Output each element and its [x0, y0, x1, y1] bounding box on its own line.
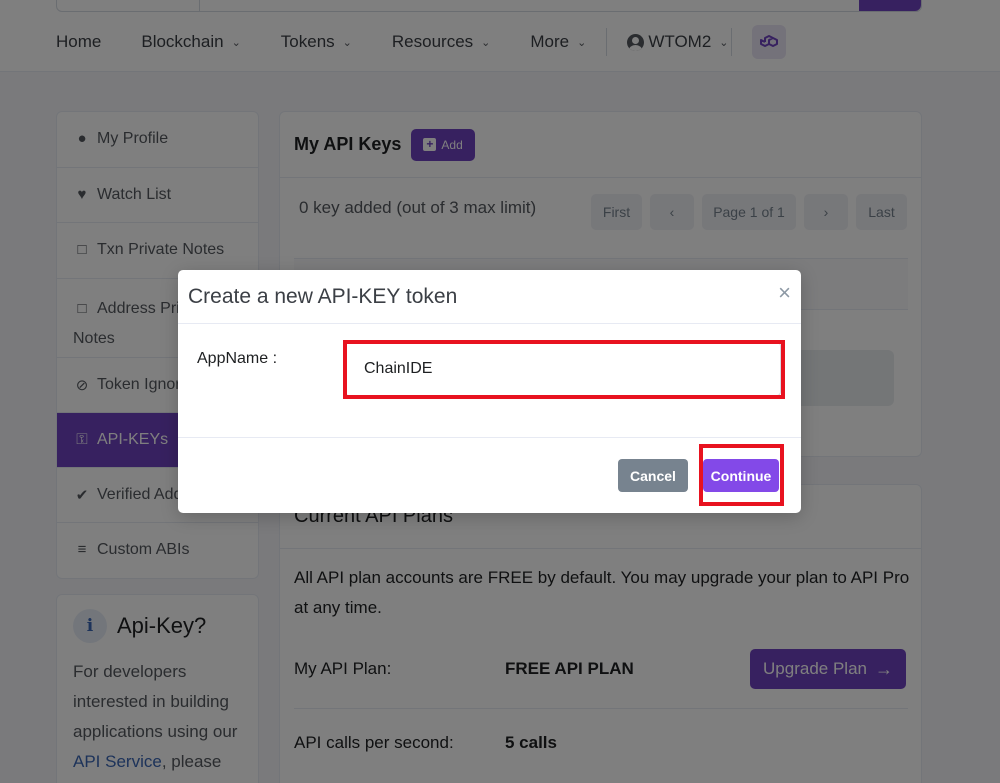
create-api-key-modal: Create a new API-KEY token × AppName : C…	[178, 270, 801, 513]
close-icon[interactable]: ×	[778, 282, 791, 304]
continue-button[interactable]: Continue	[703, 459, 779, 492]
appname-input[interactable]	[345, 342, 781, 396]
appname-label: AppName :	[197, 350, 278, 367]
cancel-button[interactable]: Cancel	[618, 459, 688, 492]
modal-title: Create a new API-KEY token	[188, 284, 458, 308]
